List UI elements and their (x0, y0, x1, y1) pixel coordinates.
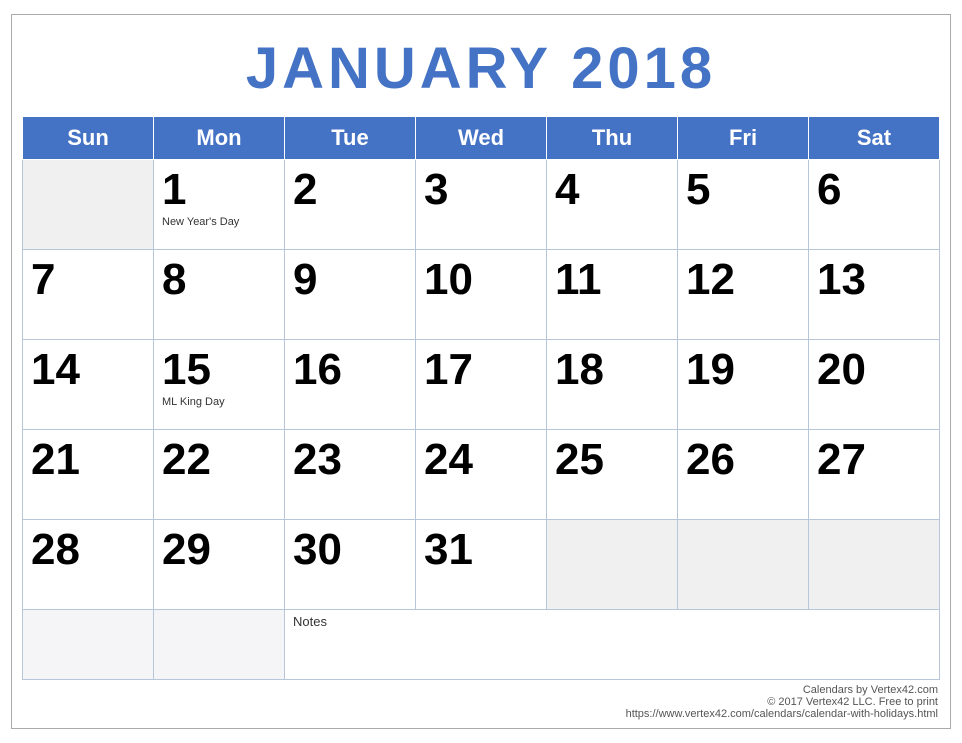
day-cell: 15 ML King Day (154, 340, 285, 430)
day-cell: 2 (285, 160, 416, 250)
day-number: 10 (424, 256, 538, 304)
day-cell: 12 (678, 250, 809, 340)
day-number: 26 (686, 436, 800, 484)
notes-label-text: Notes (293, 614, 931, 629)
day-cell: 4 (547, 160, 678, 250)
day-number: 22 (162, 436, 276, 484)
day-cell (547, 520, 678, 610)
header-cell-fri: Fri (678, 117, 809, 160)
holiday-label: ML King Day (162, 396, 276, 408)
day-cell: 20 (809, 340, 940, 430)
holiday-label: New Year's Day (162, 216, 276, 228)
header-cell-sun: Sun (23, 117, 154, 160)
day-cell (809, 520, 940, 610)
calendar-footer: Calendars by Vertex42.com © 2017 Vertex4… (22, 680, 940, 722)
notes-empty-cell (23, 610, 154, 680)
header-cell-mon: Mon (154, 117, 285, 160)
day-number: 17 (424, 346, 538, 394)
day-cell: 13 (809, 250, 940, 340)
footer-line1: Calendars by Vertex42.com (22, 684, 938, 696)
day-number: 23 (293, 436, 407, 484)
day-number: 9 (293, 256, 407, 304)
day-number: 11 (555, 256, 669, 304)
day-number: 13 (817, 256, 931, 304)
day-cell: 22 (154, 430, 285, 520)
day-number: 31 (424, 526, 538, 574)
day-cell: 27 (809, 430, 940, 520)
week-row-2: 789 10 11 12 13 (23, 250, 940, 340)
day-number: 3 (424, 166, 538, 214)
day-cell: 26 (678, 430, 809, 520)
calendar-container: JANUARY 2018 SunMonTueWedThuFriSat 1 New … (11, 14, 951, 729)
calendar-table: SunMonTueWedThuFriSat 1New Year's Day234… (22, 116, 940, 680)
day-number: 7 (31, 256, 145, 304)
header-cell-tue: Tue (285, 117, 416, 160)
day-cell: 10 (416, 250, 547, 340)
day-cell: 25 (547, 430, 678, 520)
day-cell: 18 (547, 340, 678, 430)
header-cell-wed: Wed (416, 117, 547, 160)
day-cell: 5 (678, 160, 809, 250)
footer-line3: https://www.vertex42.com/calendars/calen… (22, 708, 938, 720)
notes-row: Notes (23, 610, 940, 680)
day-cell: 19 (678, 340, 809, 430)
day-cell: 29 (154, 520, 285, 610)
day-number: 21 (31, 436, 145, 484)
day-number: 8 (162, 256, 276, 304)
day-cell: 8 (154, 250, 285, 340)
day-cell: 9 (285, 250, 416, 340)
day-number: 16 (293, 346, 407, 394)
day-number: 12 (686, 256, 800, 304)
header-row: SunMonTueWedThuFriSat (23, 117, 940, 160)
day-cell: 24 (416, 430, 547, 520)
day-cell: 3 (416, 160, 547, 250)
week-row-5: 28 29 30 31 (23, 520, 940, 610)
day-number: 19 (686, 346, 800, 394)
day-number: 15 (162, 346, 276, 394)
day-cell: 11 (547, 250, 678, 340)
header-cell-sat: Sat (809, 117, 940, 160)
day-number: 29 (162, 526, 276, 574)
day-cell: 21 (23, 430, 154, 520)
day-number: 6 (817, 166, 931, 214)
day-number: 18 (555, 346, 669, 394)
day-number: 20 (817, 346, 931, 394)
day-cell: 16 (285, 340, 416, 430)
footer-line2: © 2017 Vertex42 LLC. Free to print (22, 696, 938, 708)
day-cell: 30 (285, 520, 416, 610)
calendar-title: JANUARY 2018 (22, 25, 940, 116)
notes-cell: Notes (285, 610, 940, 680)
day-cell: 14 (23, 340, 154, 430)
day-number: 5 (686, 166, 800, 214)
day-cell: 23 (285, 430, 416, 520)
day-cell: 6 (809, 160, 940, 250)
day-number: 14 (31, 346, 145, 394)
day-number: 4 (555, 166, 669, 214)
day-number: 25 (555, 436, 669, 484)
day-number: 27 (817, 436, 931, 484)
day-cell (678, 520, 809, 610)
week-row-4: 21 22 23 24 25 26 27 (23, 430, 940, 520)
notes-empty-cell (154, 610, 285, 680)
day-cell: 31 (416, 520, 547, 610)
day-cell: 1 New Year's Day (154, 160, 285, 250)
day-number: 24 (424, 436, 538, 484)
week-row-3: 14 15 ML King Day 16 17 18 19 20 (23, 340, 940, 430)
day-number: 1 (162, 166, 276, 214)
day-cell: 7 (23, 250, 154, 340)
day-number: 2 (293, 166, 407, 214)
day-cell: 17 (416, 340, 547, 430)
header-cell-thu: Thu (547, 117, 678, 160)
day-number: 28 (31, 526, 145, 574)
week-row-1: 1 New Year's Day 23456 (23, 160, 940, 250)
day-cell (23, 160, 154, 250)
day-number: 30 (293, 526, 407, 574)
day-cell: 28 (23, 520, 154, 610)
